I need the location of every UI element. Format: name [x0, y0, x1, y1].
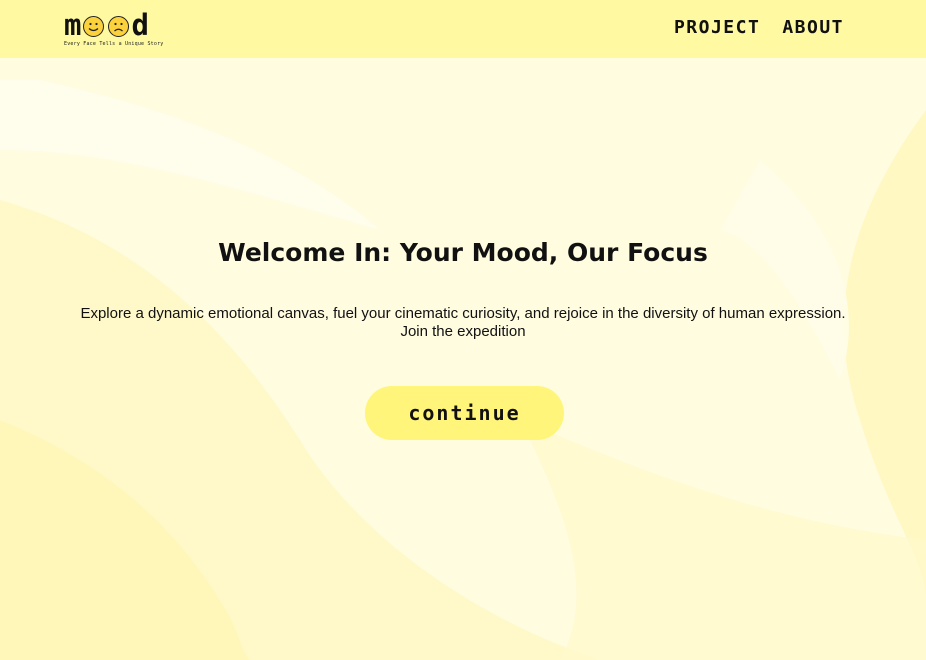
hero-section: Welcome In: Your Mood, Our Focus Explore…: [0, 0, 926, 660]
hero-description: Explore a dynamic emotional canvas, fuel…: [80, 305, 846, 340]
logo-tagline: Every Face Tells a Unique Story: [64, 41, 164, 47]
nav-link-about[interactable]: ABOUT: [782, 17, 844, 38]
continue-button[interactable]: continue: [365, 386, 564, 440]
top-header: m d Every Face Tells a Unique Story PROJ…: [0, 0, 926, 58]
logo-wordmark: m d: [64, 10, 164, 40]
logo-letter-m: m: [64, 8, 82, 42]
hero-title: Welcome In: Your Mood, Our Focus: [218, 238, 708, 267]
mood-logo[interactable]: m d Every Face Tells a Unique Story: [64, 10, 164, 50]
smiling-face-icon: [83, 15, 105, 37]
nav-link-project[interactable]: PROJECT: [674, 17, 760, 38]
logo-letter-d: d: [131, 8, 149, 42]
main-nav: PROJECT ABOUT: [674, 17, 844, 38]
sad-face-icon: [108, 15, 130, 37]
